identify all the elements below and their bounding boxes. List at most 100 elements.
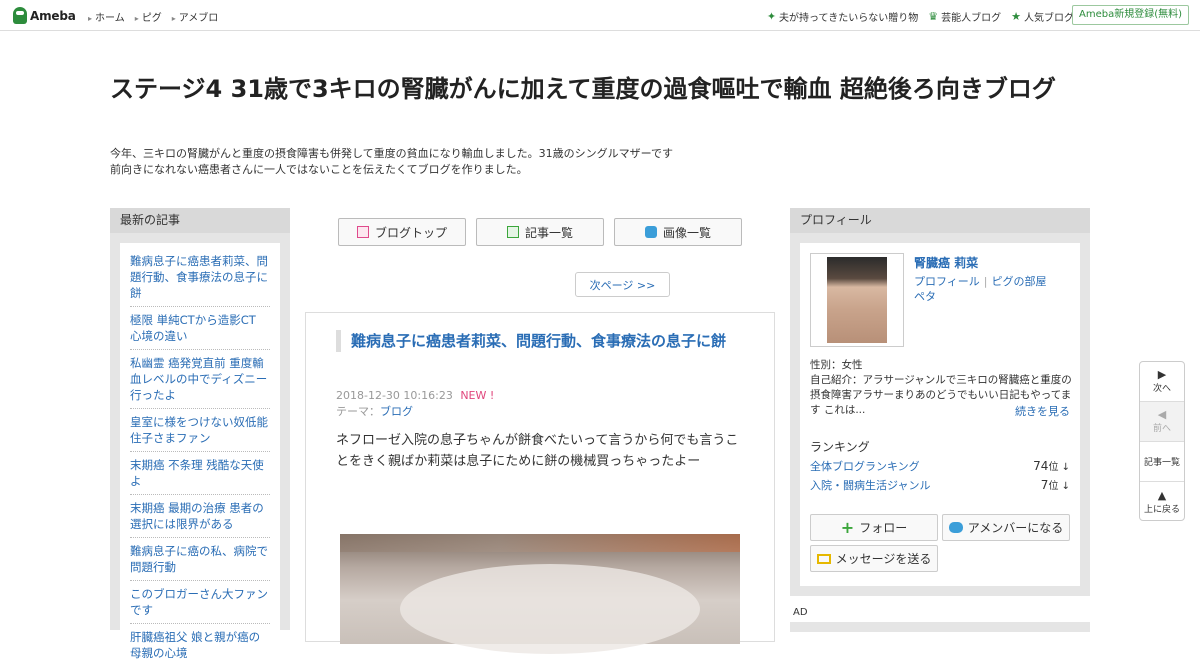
send-message-label: メッセージを送る — [835, 552, 932, 566]
article-meta: 2018-12-30 10:16:23 NEW ! テーマ：ブログ — [336, 388, 494, 420]
blog-description-line-1: 今年、三キロの腎臓がんと重度の摂食障害も併発して重度の貧血になり輸血しました。3… — [110, 147, 674, 160]
peta-link[interactable]: ペタ — [914, 290, 936, 303]
article-card: 難病息子に癌患者莉菜、問題行動、食事療法の息子に餅 2018-12-30 10:… — [305, 312, 775, 654]
follow-button-label: フォロー — [859, 521, 908, 535]
recent-article-link[interactable]: 末期癌 不条理 残酷な天使よ — [130, 457, 270, 495]
blog-description: 今年、三キロの腎臓がんと重度の摂食障害も併発して重度の貧血になり輸血しました。3… — [110, 146, 750, 178]
recent-article-link[interactable]: 難病息子に癌患者莉菜、問題行動、食事療法の息子に餅 — [130, 253, 270, 307]
promo-link-gift-label: 夫が持ってきたいらない贈り物 — [779, 13, 919, 24]
next-page-button[interactable]: 次ページ >> — [575, 272, 670, 297]
ad-slot[interactable] — [790, 622, 1090, 632]
ranking-row: 全体ブログランキング 74位 ↓ — [810, 458, 1070, 474]
next-article-label: 次へ — [1152, 384, 1171, 394]
profile-panel: プロフィール 腎臓癌 莉菜 プロフィール | ピグの部屋 ペタ 性別：女性 自己紹介… — [790, 208, 1090, 596]
promo-link-popular[interactable]: ★ 人気ブログ — [1011, 9, 1074, 24]
profile-gender: 性別：女性 — [810, 359, 863, 371]
tab-article-list[interactable]: 記事一覧 — [476, 218, 604, 246]
send-message-button[interactable]: メッセージを送る — [810, 545, 938, 572]
recent-article-link[interactable]: 皇室に様をつけない奴低能 住子さまファン — [130, 414, 270, 452]
profile-avatar[interactable] — [810, 253, 904, 347]
ad-label: AD — [793, 607, 808, 618]
profile-links: プロフィール | ピグの部屋 ペタ — [914, 274, 1064, 304]
follow-button[interactable]: + フォロー — [810, 514, 938, 541]
article-theme-link[interactable]: ブログ — [380, 405, 413, 418]
tab-blog-top[interactable]: ブログトップ — [338, 218, 466, 246]
profile-link[interactable]: プロフィール — [914, 275, 980, 288]
ameba-logo[interactable]: Ameba — [13, 7, 76, 24]
header-promo-links: ✦ 夫が持ってきたいらない贈り物 ♛ 芸能人ブログ ★ 人気ブログ — [767, 9, 1074, 24]
play-left-icon: ◀ — [1157, 408, 1167, 421]
article-photo[interactable] — [340, 534, 740, 654]
recent-article-link[interactable]: 私幽霊 癌発覚直前 重度輸血レベルの中でディズニー行ったよ — [130, 355, 270, 409]
ameba-logo-icon — [13, 7, 27, 24]
amember-button-label: アメンバーになる — [967, 521, 1064, 535]
article-list-icon — [506, 226, 519, 238]
article-body: ネフローゼ入院の息子ちゃんが餅食べたいって言うから何でも言うことをきく親ばか莉菜… — [336, 433, 739, 469]
tab-image-list-label: 画像一覧 — [662, 225, 711, 240]
promo-link-popular-label: 人気ブログ — [1024, 13, 1074, 24]
link-separator: | — [983, 275, 988, 288]
prev-article-button[interactable]: ◀ 前へ — [1140, 402, 1184, 442]
chat-bubble-icon — [948, 522, 963, 533]
profile-heading: プロフィール — [790, 208, 1090, 233]
promo-link-gift[interactable]: ✦ 夫が持ってきたいらない贈り物 — [767, 9, 918, 24]
global-nav: ホーム ピグ アメブロ — [88, 9, 218, 24]
recent-article-link[interactable]: 肝臓癌祖父 娘と親が癌の母親の心境 — [130, 629, 270, 666]
tab-blog-top-label: ブログトップ — [374, 225, 447, 240]
profile-photo-image — [827, 257, 887, 343]
ameba-logo-text: Ameba — [30, 8, 76, 23]
star-icon: ★ — [1011, 10, 1021, 23]
ranking-value: 74位 ↓ — [1033, 458, 1070, 474]
pigg-room-link[interactable]: ピグの部屋 — [992, 275, 1047, 288]
ranking-unit: 位 ↓ — [1048, 481, 1070, 492]
blog-tabs: ブログトップ 記事一覧 画像一覧 — [338, 218, 742, 246]
ranking-number: 74 — [1033, 459, 1049, 473]
nav-home-link[interactable]: ホーム — [88, 9, 125, 24]
article-theme-label: テーマ： — [336, 405, 380, 418]
plus-icon: + — [840, 518, 855, 537]
recent-articles-heading: 最新の記事 — [110, 208, 290, 233]
ranking-link-overall[interactable]: 全体ブログランキング — [810, 458, 920, 474]
promo-link-celebrity-label: 芸能人ブログ — [941, 13, 1002, 24]
sparkle-icon: ✦ — [766, 10, 777, 23]
recent-article-link[interactable]: このブロガーさん大ファンです — [130, 586, 270, 624]
ranking-unit: 位 ↓ — [1048, 462, 1070, 473]
blog-description-line-2: 前向きになれない癌患者さんに一人ではないことを伝えたくてブログを作りました。 — [110, 163, 528, 176]
article-list-button[interactable]: 記事一覧 — [1140, 442, 1184, 482]
ranking-heading: ランキング — [810, 440, 870, 454]
recent-article-link[interactable]: 難病息子に癌の私、病院で問題行動 — [130, 543, 270, 581]
blog-top-icon — [356, 226, 369, 238]
nav-ameblo-link[interactable]: アメブロ — [172, 9, 219, 24]
prev-article-label: 前へ — [1152, 424, 1171, 434]
recent-article-link[interactable]: 極限 単純CTから造影CT 心境の違い — [130, 312, 270, 350]
signup-button[interactable]: Ameba新規登録(無料) — [1071, 5, 1189, 25]
amember-button[interactable]: アメンバーになる — [942, 514, 1070, 541]
new-badge: NEW ! — [460, 389, 495, 402]
crown-icon: ♛ — [928, 10, 939, 23]
camera-icon — [644, 226, 657, 238]
tab-article-list-label: 記事一覧 — [524, 225, 573, 240]
read-more-link[interactable]: 続きを見る — [1015, 403, 1070, 419]
recent-articles-list: 難病息子に癌患者莉菜、問題行動、食事療法の息子に餅 極限 単純CTから造影CT … — [120, 243, 280, 660]
recent-articles-panel: 最新の記事 難病息子に癌患者莉菜、問題行動、食事療法の息子に餅 極限 単純CTか… — [110, 208, 290, 660]
promo-link-celebrity[interactable]: ♛ 芸能人ブログ — [928, 9, 1001, 24]
ranking-row: 入院・闘病生活ジャンル 7位 ↓ — [810, 477, 1070, 493]
profile-name[interactable]: 腎臓癌 莉菜 — [914, 254, 978, 271]
article-list-label: 記事一覧 — [1143, 458, 1180, 468]
ranking-value: 7位 ↓ — [1041, 477, 1070, 493]
article-title[interactable]: 難病息子に癌患者莉菜、問題行動、食事療法の息子に餅 — [336, 330, 741, 352]
ranking-link-genre[interactable]: 入院・闘病生活ジャンル — [810, 477, 930, 493]
back-to-top-label: 上に戻る — [1143, 504, 1180, 515]
profile-box: 腎臓癌 莉菜 プロフィール | ピグの部屋 ペタ 性別：女性 自己紹介：アラサージャ… — [800, 243, 1080, 586]
page-nav-floater: ▶ 次へ ◀ 前へ 記事一覧 ▲ 上に戻る — [1139, 361, 1185, 521]
recent-article-link[interactable]: 末期癌 最期の治療 患者の選択には限界がある — [130, 500, 270, 538]
back-to-top-button[interactable]: ▲ 上に戻る — [1140, 482, 1184, 522]
tab-image-list[interactable]: 画像一覧 — [614, 218, 742, 246]
mail-icon — [816, 553, 831, 564]
play-right-icon: ▶ — [1157, 368, 1167, 381]
blog-title[interactable]: ステージ4 31歳で3キロの腎臓がんに加えて重度の過食嘔吐で輸血 超絶後ろ向きブ… — [110, 73, 1080, 106]
nav-pigg-link[interactable]: ピグ — [135, 9, 162, 24]
next-article-button[interactable]: ▶ 次へ — [1140, 362, 1184, 402]
global-header: Ameba ホーム ピグ アメブロ ✦ 夫が持ってきたいらない贈り物 ♛ 芸能人… — [0, 0, 1200, 31]
up-arrow-icon: ▲ — [1157, 488, 1167, 502]
